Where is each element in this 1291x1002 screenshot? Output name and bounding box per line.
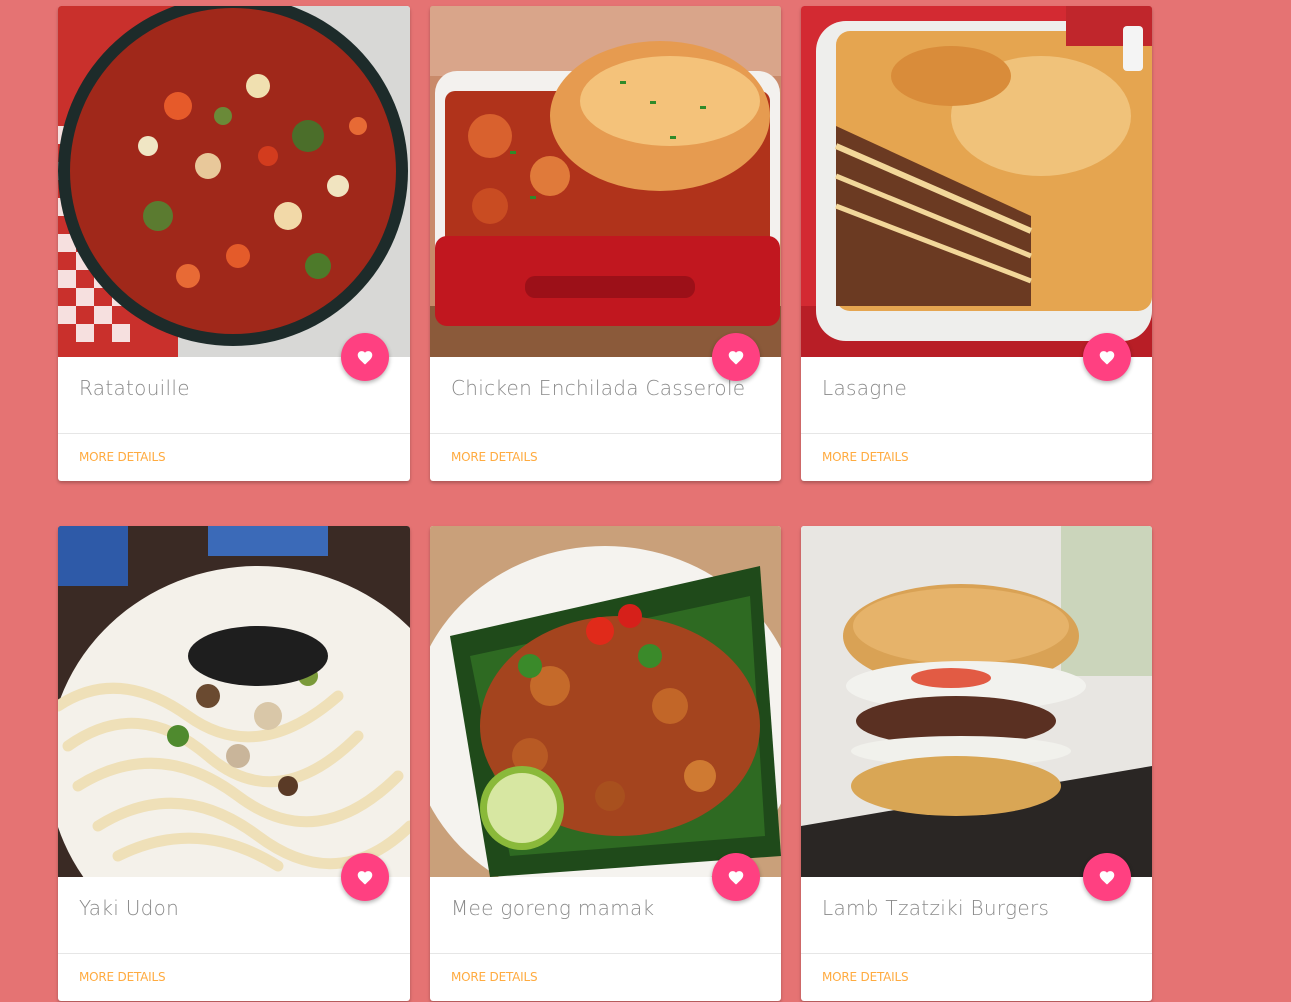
recipe-image-mee-goreng[interactable]: [430, 526, 781, 877]
favorite-button[interactable]: [1083, 333, 1131, 381]
more-details-link[interactable]: MORE DETAILS: [822, 970, 909, 984]
recipe-card: Lamb Tzatziki Burgers MORE DETAILS: [801, 526, 1152, 1001]
recipe-card: Yaki Udon MORE DETAILS: [58, 526, 410, 1001]
recipe-image-enchilada-casserole[interactable]: [430, 6, 781, 357]
recipe-title: Lamb Tzatziki Burgers: [822, 896, 1050, 920]
recipe-image-ratatouille[interactable]: [58, 6, 410, 357]
more-details-link[interactable]: MORE DETAILS: [79, 970, 166, 984]
recipe-title: Ratatouille: [79, 376, 190, 400]
heart-icon: [357, 871, 373, 885]
recipe-title: Mee goreng mamak: [451, 896, 655, 920]
card-action: MORE DETAILS: [58, 433, 410, 482]
card-action: MORE DETAILS: [430, 953, 781, 1002]
card-action: MORE DETAILS: [58, 953, 410, 1002]
recipe-card: Mee goreng mamak MORE DETAILS: [430, 526, 781, 1001]
more-details-link[interactable]: MORE DETAILS: [822, 450, 909, 464]
favorite-button[interactable]: [341, 333, 389, 381]
favorite-button[interactable]: [712, 333, 760, 381]
recipe-title: Chicken Enchilada Casserole: [451, 376, 746, 400]
recipe-image-lasagne[interactable]: [801, 6, 1152, 357]
recipe-image-lamb-burger[interactable]: [801, 526, 1152, 877]
recipe-card: Lasagne MORE DETAILS: [801, 6, 1152, 481]
recipe-title: Lasagne: [822, 376, 908, 400]
favorite-button[interactable]: [341, 853, 389, 901]
heart-icon: [1099, 871, 1115, 885]
heart-icon: [1099, 351, 1115, 365]
recipe-title: Yaki Udon: [79, 896, 180, 920]
card-action: MORE DETAILS: [430, 433, 781, 482]
more-details-link[interactable]: MORE DETAILS: [451, 970, 538, 984]
heart-icon: [728, 871, 744, 885]
recipe-image-yaki-udon[interactable]: [58, 526, 410, 877]
favorite-button[interactable]: [712, 853, 760, 901]
more-details-link[interactable]: MORE DETAILS: [451, 450, 538, 464]
heart-icon: [357, 351, 373, 365]
card-action: MORE DETAILS: [801, 433, 1152, 482]
heart-icon: [728, 351, 744, 365]
recipe-card: Chicken Enchilada Casserole MORE DETAILS: [430, 6, 781, 481]
recipe-card: Ratatouille MORE DETAILS: [58, 6, 410, 481]
more-details-link[interactable]: MORE DETAILS: [79, 450, 166, 464]
card-action: MORE DETAILS: [801, 953, 1152, 1002]
favorite-button[interactable]: [1083, 853, 1131, 901]
recipe-grid: Ratatouille MORE DETAILS Chicken Enchila…: [58, 6, 1152, 1001]
